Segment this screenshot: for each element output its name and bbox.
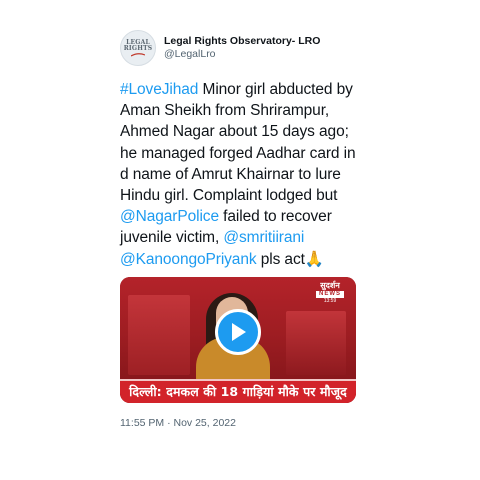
mention-link[interactable]: @NagarPolice bbox=[120, 208, 219, 225]
mention-link[interactable]: @KanoongoPriyank bbox=[120, 251, 257, 268]
tweet-text-segment: pls act🙏 bbox=[256, 250, 325, 268]
avatar[interactable]: LEGAL RIGHTS bbox=[120, 30, 156, 66]
studio-panel bbox=[286, 310, 346, 375]
news-ticker: दिल्ली: दमकल की 18 गाड़ियां मौके पर मौजू… bbox=[120, 378, 356, 403]
play-icon bbox=[232, 323, 246, 342]
channel-logo-name: सुदर्शन bbox=[320, 280, 340, 290]
channel-logo-time: 13:59 bbox=[323, 297, 337, 304]
video-media[interactable]: सुदर्शन NEWS 13:59 दिल्ली: दमकल की 18 गा… bbox=[120, 276, 356, 403]
tweet-text: #LoveJihad Minor girl abducted by Aman S… bbox=[120, 79, 360, 270]
hashtag-link[interactable]: #LoveJihad bbox=[120, 81, 198, 98]
tweet-text-segment: Minor girl abducted by Aman Sheikh from … bbox=[120, 81, 356, 205]
tweet-header: LEGAL RIGHTS Legal Rights Observatory- L… bbox=[120, 28, 360, 68]
tweet-timestamp[interactable]: 11:55 PM · Nov 25, 2022 bbox=[120, 417, 360, 429]
author-display-name[interactable]: Legal Rights Observatory- LRO bbox=[164, 35, 320, 48]
tweet-card: LEGAL RIGHTS Legal Rights Observatory- L… bbox=[120, 28, 360, 429]
channel-logo: सुदर्शन NEWS 13:59 bbox=[310, 281, 350, 305]
logo-swoosh-icon bbox=[131, 52, 145, 57]
play-button[interactable] bbox=[215, 309, 261, 356]
author-handle[interactable]: @LegalLro bbox=[164, 48, 320, 61]
avatar-logo-text: RIGHTS bbox=[123, 44, 153, 52]
studio-panel bbox=[128, 294, 190, 375]
author-names: Legal Rights Observatory- LRO @LegalLro bbox=[164, 35, 320, 61]
mention-link[interactable]: @smritiirani bbox=[223, 229, 304, 246]
channel-logo-news: NEWS bbox=[316, 290, 344, 298]
